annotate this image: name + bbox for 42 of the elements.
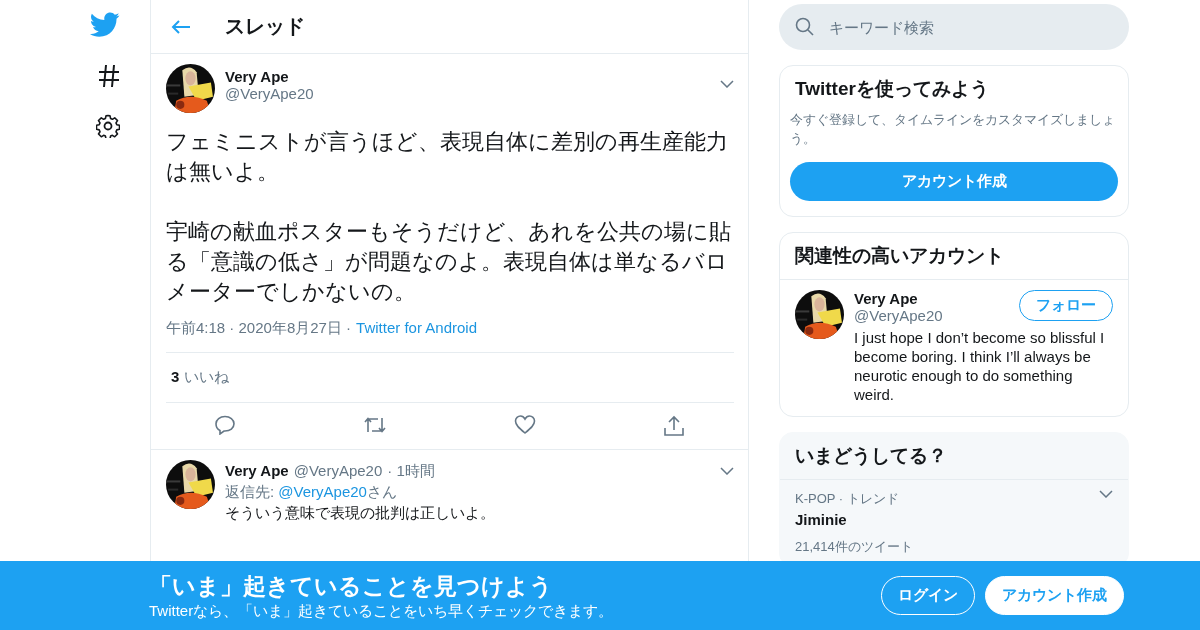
account-name[interactable]: Very Ape — [854, 290, 1019, 307]
chevron-down-icon[interactable] — [720, 466, 734, 475]
source-link[interactable]: Twitter for Android — [356, 319, 477, 338]
account-bio: I just hope I don’t become so blissful I become boring. I think I’ll always be neurotic enough to do something weird. — [854, 328, 1106, 404]
card-title: 関連性の高いアカウント — [780, 233, 1128, 280]
back-arrow-icon[interactable] — [171, 18, 191, 35]
author-name[interactable]: Very Ape — [225, 460, 289, 481]
reply-icon[interactable] — [214, 415, 237, 435]
account-handle[interactable]: @VeryApe20 — [854, 307, 1019, 324]
settings-icon[interactable] — [96, 114, 120, 138]
card-title: いまどうしてる？ — [780, 433, 1128, 480]
author-handle[interactable]: @VeryApe20 — [293, 460, 383, 481]
reply-to-text: 返信先: @VeryApe20さん — [225, 482, 398, 502]
search-icon — [795, 17, 814, 36]
follow-button[interactable]: フォロー — [1019, 290, 1113, 321]
tweet-timestamp: 午前4:18 · 2020年8月27日 · — [166, 319, 352, 338]
trend-category: K-POP · トレンド — [795, 490, 900, 508]
author-handle[interactable]: @VeryApe20 — [225, 85, 710, 102]
tweet-time: · 1時間 — [387, 461, 435, 481]
share-icon[interactable] — [662, 415, 685, 437]
tweet-text: フェミニストが言うほど、表現自体に差別の再生産能力は無いよ。 — [166, 128, 729, 186]
hashtag-icon[interactable] — [98, 64, 120, 88]
banner-title: 「いま」起きていることを見つけよう — [149, 571, 554, 601]
likes-count[interactable]: 3 いいね — [171, 368, 229, 385]
chevron-down-icon[interactable] — [720, 80, 734, 88]
bird-logo-icon[interactable] — [90, 12, 120, 38]
mention-link[interactable]: @VeryApe20 — [278, 483, 367, 500]
chevron-down-icon[interactable] — [1099, 490, 1113, 498]
card-title: Twitterを使ってみよう — [794, 77, 990, 101]
retweet-icon[interactable] — [363, 415, 388, 435]
signup-button[interactable]: アカウント作成 — [985, 576, 1124, 615]
banner-subtitle: Twitterなら、「いま」起きていることをいち早くチェックできます。 — [149, 601, 615, 621]
signup-button[interactable]: アカウント作成 — [790, 162, 1118, 201]
author-name[interactable]: Very Ape — [225, 68, 710, 85]
tweet-count: 21,414件のツイート — [795, 538, 914, 556]
page-title: スレッド — [225, 14, 305, 39]
reply-text: そういう意味で表現の批判は正しいよ。 — [225, 503, 496, 523]
search-field[interactable]: キーワード検索 — [779, 4, 1129, 50]
card-text: 今すぐ登録して、タイムラインをカスタマイズしましょう。 — [790, 111, 1116, 148]
trend-name[interactable]: Jiminie — [795, 511, 1099, 528]
heart-icon[interactable] — [513, 415, 536, 435]
tweet-text: 宇崎の献血ポスターもそうだけど、あれを公共の場に貼る「意識の低さ」が問題なのよ。表現自体は単なるバロメーターでしかないの。 — [166, 218, 732, 306]
